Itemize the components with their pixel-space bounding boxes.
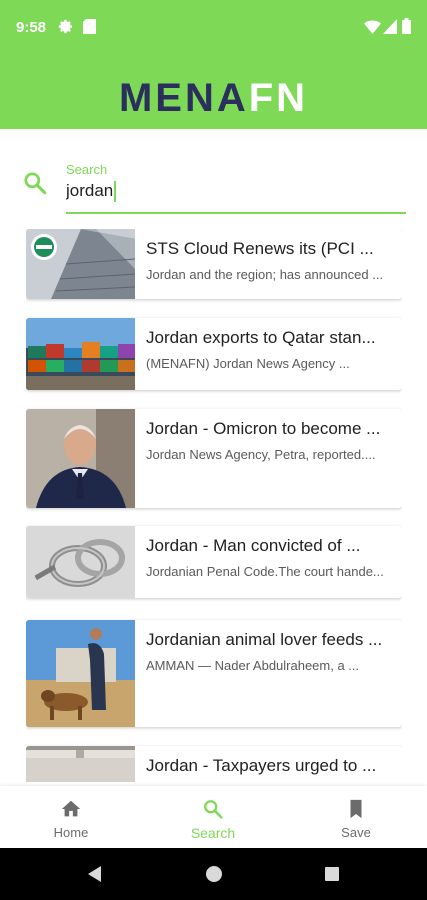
wifi-icon bbox=[364, 20, 381, 34]
nav-save-label: Save bbox=[341, 825, 371, 840]
bottom-navigation: Home Search Save bbox=[0, 786, 427, 848]
news-title: STS Cloud Renews its (PCI ... bbox=[146, 239, 374, 258]
menafn-logo[interactable]: MENAFN bbox=[0, 76, 427, 120]
app-header: 9:58 MENAFN bbox=[0, 0, 427, 129]
logo-text-mena: MENA bbox=[118, 76, 249, 120]
nav-home-label: Home bbox=[53, 825, 89, 840]
status-time: 9:58 bbox=[16, 19, 47, 36]
bookmark-icon bbox=[350, 799, 362, 819]
news-description: Jordanian Penal Code.The court hande... bbox=[146, 564, 384, 579]
home-circle-icon[interactable] bbox=[204, 864, 224, 884]
news-description: (MENAFN) Jordan News Agency ... bbox=[146, 356, 350, 371]
nav-search[interactable]: Search bbox=[142, 786, 284, 848]
news-thumbnail bbox=[26, 620, 135, 727]
home-icon bbox=[61, 800, 81, 817]
news-card[interactable]: Jordan - Omicron to become ... Jordan Ne… bbox=[26, 409, 402, 508]
battery-icon bbox=[402, 18, 411, 34]
nav-save[interactable]: Save bbox=[285, 786, 427, 848]
recents-icon[interactable] bbox=[322, 864, 342, 884]
news-list[interactable]: STS Cloud Renews its (PCI ... Jordan and… bbox=[26, 229, 402, 782]
search-underline bbox=[66, 212, 406, 214]
signal-icon bbox=[383, 19, 397, 34]
news-thumbnail bbox=[26, 229, 135, 299]
news-title: Jordan - Man convicted of ... bbox=[146, 536, 361, 555]
news-description: Jordan News Agency, Petra, reported.... bbox=[146, 447, 376, 462]
gear-icon bbox=[58, 19, 73, 34]
news-title: Jordan - Omicron to become ... bbox=[146, 419, 381, 438]
news-card[interactable]: Jordanian animal lover feeds ... AMMAN —… bbox=[26, 620, 402, 727]
back-icon[interactable] bbox=[85, 864, 105, 884]
nav-home[interactable]: Home bbox=[0, 786, 142, 848]
news-thumbnail bbox=[26, 318, 135, 390]
news-title: Jordan exports to Qatar stan... bbox=[146, 328, 376, 347]
status-bar: 9:58 bbox=[0, 0, 427, 56]
system-navigation-bar bbox=[0, 848, 427, 900]
news-thumbnail bbox=[26, 746, 135, 782]
news-card[interactable]: Jordan - Man convicted of ... Jordanian … bbox=[26, 526, 402, 598]
news-thumbnail bbox=[26, 526, 135, 598]
search-icon[interactable] bbox=[22, 170, 48, 196]
news-thumbnail bbox=[26, 409, 135, 508]
news-card[interactable]: Jordan - Taxpayers urged to ... bbox=[26, 746, 402, 782]
news-title: Jordanian animal lover feeds ... bbox=[146, 630, 383, 649]
news-card[interactable]: Jordan exports to Qatar stan... (MENAFN)… bbox=[26, 318, 402, 390]
sd-card-icon bbox=[83, 19, 96, 34]
search-label: Search bbox=[66, 162, 108, 177]
nav-search-label: Search bbox=[190, 825, 236, 841]
search-icon bbox=[204, 800, 223, 819]
news-description: Jordan and the region; has announced ... bbox=[146, 267, 384, 282]
text-caret bbox=[114, 181, 116, 202]
news-description: AMMAN — Nader Abdulraheem, a ... bbox=[146, 658, 360, 673]
news-title: Jordan - Taxpayers urged to ... bbox=[146, 756, 377, 775]
logo-text-fn: FN bbox=[248, 76, 309, 120]
news-card[interactable]: STS Cloud Renews its (PCI ... Jordan and… bbox=[26, 229, 402, 299]
